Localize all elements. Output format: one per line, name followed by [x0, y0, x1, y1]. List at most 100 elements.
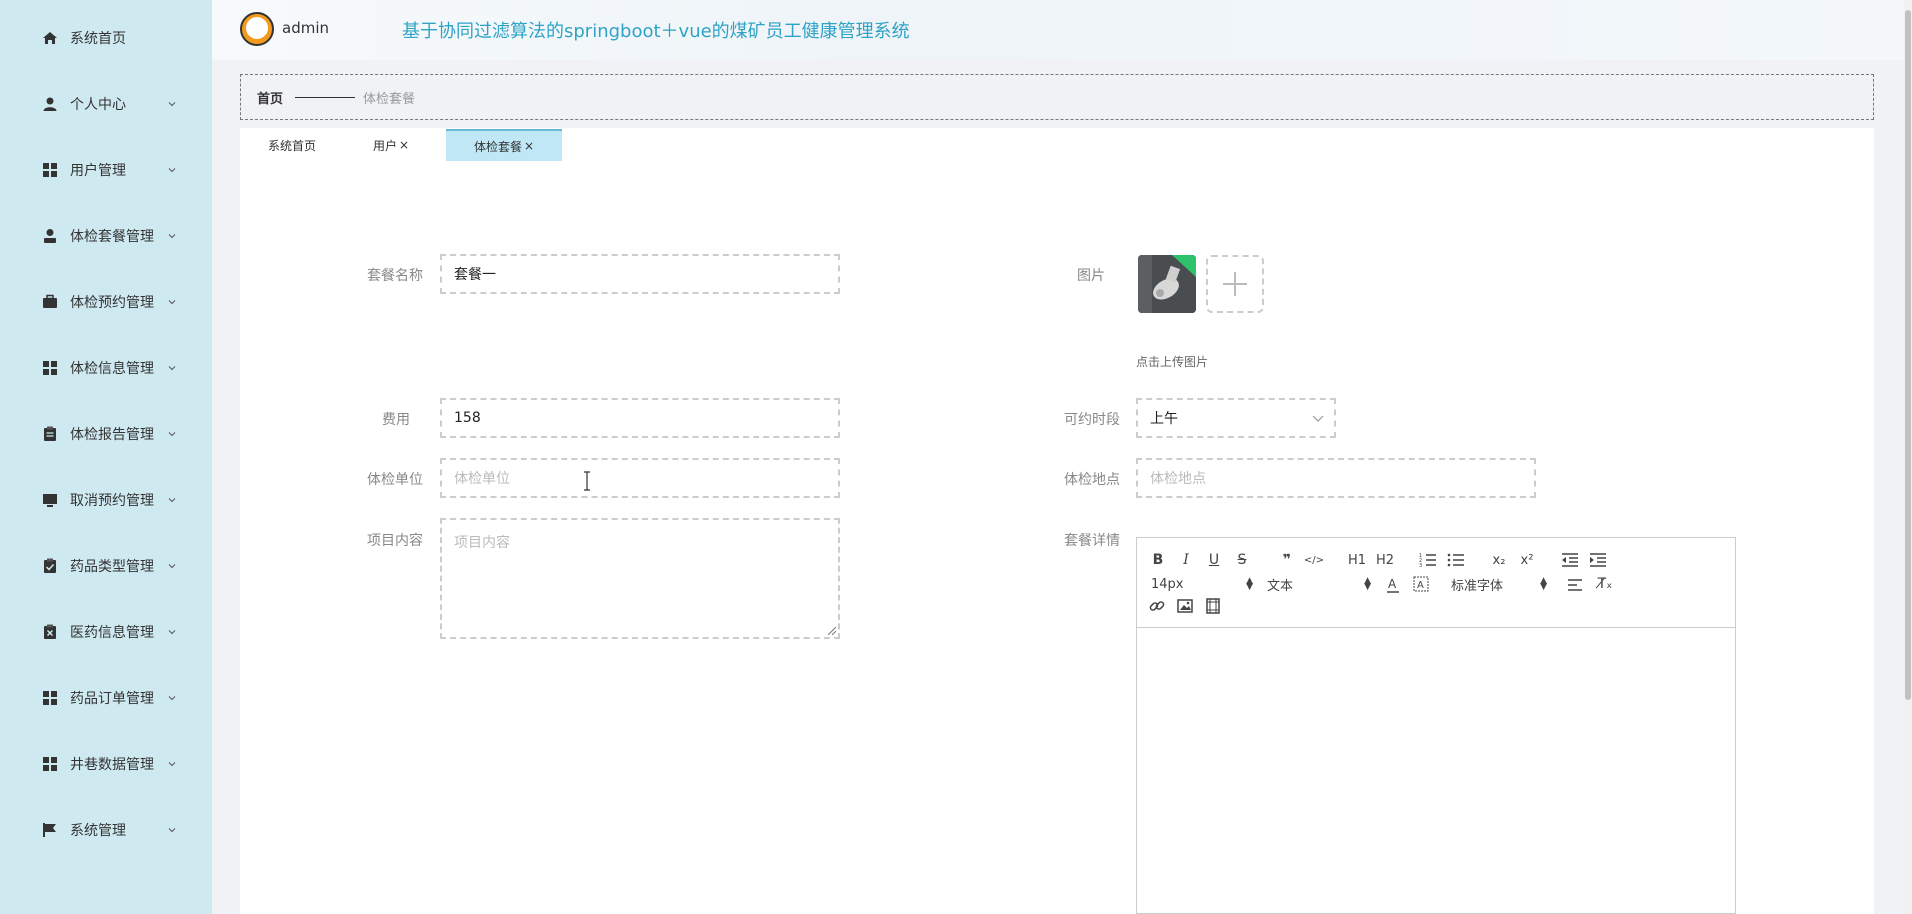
font-family-select[interactable]: 标准字体 ▲ ▼: [1451, 574, 1547, 594]
chevron-down-icon: [168, 498, 176, 503]
home-icon: [42, 30, 58, 46]
system-title: 基于协同过滤算法的springboot＋vue的煤矿员工健康管理系统: [402, 21, 910, 42]
slot-select[interactable]: 上午: [1136, 398, 1336, 438]
strike-button[interactable]: S: [1233, 550, 1251, 570]
clipboard-x-icon: [42, 624, 58, 640]
location-label: 体检地点: [1064, 472, 1120, 488]
breadcrumb: 首页 体检套餐: [240, 74, 1874, 120]
flag-icon: [42, 822, 58, 838]
plus-icon: [1223, 272, 1247, 296]
header-select[interactable]: 文本 ▲ ▼: [1267, 574, 1371, 594]
slot-label: 可约时段: [1064, 412, 1120, 428]
sidebar-item[interactable]: 药品类型管理: [0, 546, 212, 586]
upload-button[interactable]: [1206, 255, 1264, 313]
sidebar-item-label: 体检信息管理: [70, 361, 154, 377]
font-color-icon[interactable]: A: [1385, 576, 1401, 594]
sidebar-item[interactable]: 体检报告管理: [0, 414, 212, 454]
close-icon[interactable]: ×: [524, 139, 534, 153]
clean-format-button[interactable]: T̸ₓ: [1595, 574, 1615, 594]
h1-button[interactable]: H1: [1345, 550, 1369, 570]
text-cursor-icon: [584, 471, 590, 491]
sidebar-item[interactable]: 井巷数据管理: [0, 744, 212, 784]
chevron-down-icon: [168, 564, 176, 569]
upload-hint: 点击上传图片: [1136, 355, 1209, 369]
grid-icon: [42, 690, 58, 706]
details-label: 套餐详情: [1064, 533, 1120, 549]
unit-label: 体检单位: [367, 472, 423, 488]
sidebar-item[interactable]: 个人中心: [0, 84, 212, 124]
sidebar-item[interactable]: 系统管理: [0, 810, 212, 850]
indent-icon[interactable]: [1589, 552, 1607, 568]
background-color-icon[interactable]: A: [1413, 576, 1429, 594]
underline-button[interactable]: U: [1205, 550, 1223, 570]
page-scrollbar[interactable]: [1904, 0, 1912, 914]
subscript-button[interactable]: x₂: [1489, 550, 1509, 570]
chevron-down-icon: [168, 300, 176, 305]
fee-label: 费用: [382, 412, 410, 428]
sidebar-item-label: 取消预约管理: [70, 493, 154, 509]
sidebar-item[interactable]: 体检信息管理: [0, 348, 212, 388]
sidebar-item[interactable]: 用户管理: [0, 150, 212, 190]
blockquote-button[interactable]: ❞: [1277, 550, 1297, 570]
rich-text-editor[interactable]: B I U S ❞ </> H1 H2 123 x₂ x² 14px ▲ ▼ 文本…: [1136, 537, 1736, 914]
sidebar-item-label: 用户管理: [70, 163, 126, 179]
code-button[interactable]: </>: [1303, 550, 1325, 570]
unit-input[interactable]: 体检单位: [440, 458, 840, 498]
breadcrumb-separator: [295, 96, 356, 98]
italic-button[interactable]: I: [1177, 550, 1195, 570]
image-icon[interactable]: [1177, 598, 1193, 614]
items-textarea[interactable]: 项目内容: [440, 518, 840, 639]
grid-icon: [42, 360, 58, 376]
resize-handle-icon[interactable]: [826, 625, 836, 635]
font-size-select[interactable]: 14px ▲ ▼: [1151, 574, 1253, 594]
sidebar-item[interactable]: 系统首页: [0, 18, 212, 58]
uploaded-image-thumbnail[interactable]: [1138, 255, 1196, 313]
sidebar-item-label: 医药信息管理: [70, 625, 154, 641]
sidebar-item[interactable]: 医药信息管理: [0, 612, 212, 652]
align-icon[interactable]: [1567, 578, 1583, 592]
fee-input[interactable]: 158: [440, 398, 840, 438]
chevron-down-icon: [168, 762, 176, 767]
chevron-down-icon: [168, 234, 176, 239]
updown-arrow-icon: ▲ ▼: [1246, 576, 1253, 592]
sidebar-item[interactable]: 取消预约管理: [0, 480, 212, 520]
sidebar-item[interactable]: 药品订单管理: [0, 678, 212, 718]
items-placeholder: 项目内容: [454, 535, 510, 551]
chevron-down-icon: [168, 102, 176, 107]
tab-package[interactable]: 体检套餐 ×: [446, 129, 562, 161]
briefcase-icon: [42, 294, 58, 310]
location-input[interactable]: 体检地点: [1136, 458, 1536, 498]
chevron-down-icon: [168, 432, 176, 437]
tab-user[interactable]: 用户 ×: [356, 129, 426, 161]
h2-button[interactable]: H2: [1373, 550, 1397, 570]
sidebar-item[interactable]: 体检套餐管理: [0, 216, 212, 256]
bullet-list-icon[interactable]: [1447, 552, 1465, 568]
clipboard-icon: [42, 426, 58, 442]
username: admin: [282, 19, 329, 37]
sidebar-item[interactable]: 体检预约管理: [0, 282, 212, 322]
breadcrumb-home[interactable]: 首页: [257, 88, 283, 107]
chevron-down-icon: [168, 630, 176, 635]
chevron-down-icon: [168, 828, 176, 833]
grid-icon: [42, 162, 58, 178]
superscript-button[interactable]: x²: [1517, 550, 1537, 570]
avatar[interactable]: [240, 12, 274, 46]
sidebar-item-label: 药品订单管理: [70, 691, 154, 707]
sidebar-item-label: 体检预约管理: [70, 295, 154, 311]
name-input[interactable]: 套餐一: [440, 254, 840, 294]
updown-arrow-icon: ▲ ▼: [1540, 576, 1547, 592]
ordered-list-icon[interactable]: 123: [1419, 552, 1437, 568]
link-icon[interactable]: [1149, 598, 1165, 614]
tab-home[interactable]: 系统首页: [248, 129, 336, 161]
svg-text:A: A: [1388, 577, 1397, 591]
photo-icon: [1138, 255, 1196, 313]
outdent-icon[interactable]: [1561, 552, 1579, 568]
bold-button[interactable]: B: [1149, 550, 1167, 570]
close-icon[interactable]: ×: [399, 138, 409, 152]
video-icon[interactable]: [1205, 598, 1221, 614]
user-icon: [42, 96, 58, 112]
sidebar-item-label: 个人中心: [70, 97, 126, 113]
scrollbar-thumb[interactable]: [1905, 10, 1911, 700]
sidebar-item-label: 系统首页: [70, 31, 126, 47]
sidebar-item-label: 井巷数据管理: [70, 757, 154, 773]
